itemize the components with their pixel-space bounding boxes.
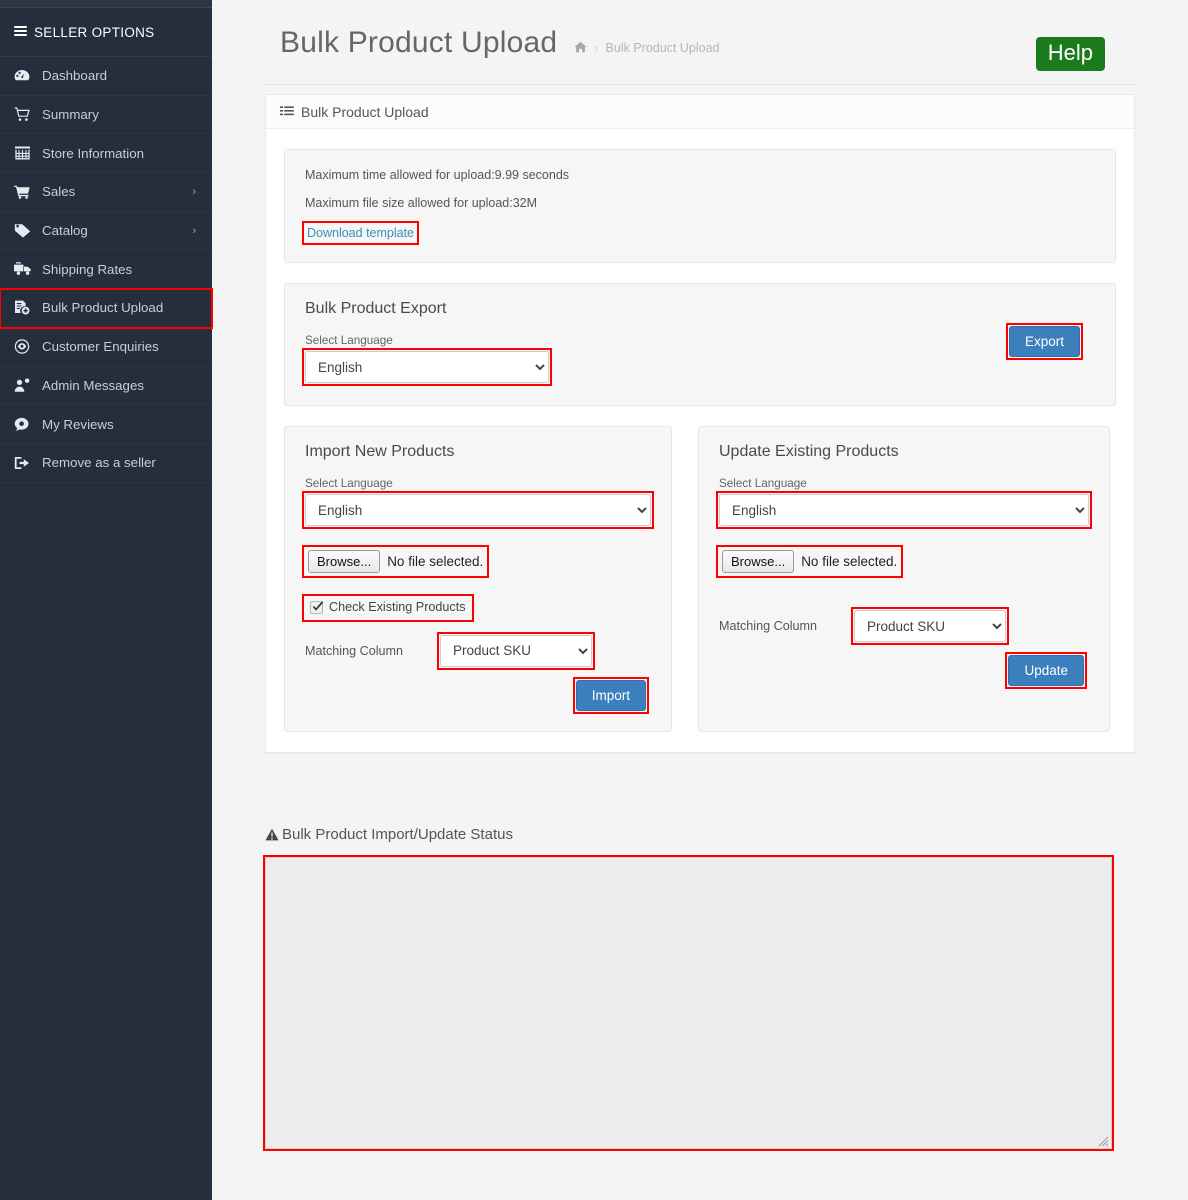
update-section-title: Update Existing Products — [719, 443, 899, 460]
max-size-text: Maximum file size allowed for upload:32M — [305, 196, 538, 210]
sidebar-item-label: Summary — [42, 107, 99, 123]
chevron-right-icon: › — [192, 224, 196, 237]
status-textarea[interactable] — [265, 857, 1112, 1149]
panel-title: Bulk Product Upload — [301, 103, 429, 120]
update-file-status: No file selected. — [801, 554, 898, 569]
sidebar-item-customer-enquiries[interactable]: Customer Enquiries — [0, 328, 212, 367]
chevron-right-icon: › — [192, 185, 196, 198]
update-language-label: Select Language — [719, 477, 807, 490]
sidebar-item-bulk-product-upload[interactable]: Bulk Product Upload — [0, 288, 213, 329]
eye-circle-icon — [14, 339, 40, 354]
dashboard-icon — [14, 69, 40, 83]
status-textarea-wrapper — [263, 855, 1114, 1151]
sidebar-item-label: Remove as a seller — [42, 455, 156, 471]
sidebar-item-shipping-rates[interactable]: Shipping Rates — [0, 250, 212, 290]
breadcrumb-current: Bulk Product Upload — [605, 40, 720, 55]
list-icon — [280, 105, 294, 118]
main-content: Bulk Product Upload › Bulk Product Uploa… — [212, 8, 1188, 1200]
sidebar-item-summary[interactable]: Summary — [0, 96, 212, 135]
cart-icon — [14, 185, 40, 199]
max-time-text: Maximum time allowed for upload:9.99 sec… — [305, 168, 570, 182]
export-language-label: Select Language — [305, 334, 393, 347]
header-divider — [265, 84, 1135, 85]
status-section: Bulk Product Import/Update Status — [263, 826, 1135, 1154]
export-section-title: Bulk Product Export — [305, 300, 447, 317]
sidebar-item-dashboard[interactable]: Dashboard — [0, 57, 212, 96]
page-title: Bulk Product Upload — [280, 26, 558, 59]
update-matching-select[interactable]: Product SKU — [854, 610, 1006, 642]
import-language-select[interactable]: English — [305, 494, 651, 526]
check-existing-products-row[interactable]: Check Existing Products — [305, 597, 471, 617]
download-template-link[interactable]: Download template — [305, 224, 416, 242]
import-section-title: Import New Products — [305, 443, 455, 460]
bulk-product-upload-panel: Bulk Product Upload Maximum time allowed… — [265, 94, 1135, 753]
top-strip — [0, 0, 1188, 8]
sidebar-item-store-information[interactable]: Store Information — [0, 134, 212, 174]
upload-limits-box: Maximum time allowed for upload:9.99 sec… — [284, 149, 1116, 263]
update-existing-products-section: Update Existing Products Select Language… — [698, 426, 1110, 732]
import-file-status: No file selected. — [387, 554, 484, 569]
sidebar-item-label: My Reviews — [42, 416, 114, 432]
sidebar-header-label: SELLER OPTIONS — [34, 24, 155, 40]
breadcrumb: › Bulk Product Upload — [574, 40, 720, 55]
check-existing-products-checkbox[interactable] — [310, 600, 324, 614]
sidebar-header: SELLER OPTIONS — [0, 8, 212, 57]
sidebar-item-label: Shipping Rates — [42, 261, 133, 277]
bulk-product-export-section: Bulk Product Export Select Language Engl… — [284, 283, 1116, 406]
update-language-select[interactable]: English — [719, 494, 1089, 526]
import-browse-button[interactable]: Browse... — [308, 550, 381, 573]
sidebar-item-label: Bulk Product Upload — [42, 300, 164, 316]
update-matching-row: Matching Column Product SKU — [719, 607, 1089, 645]
cart-summary-icon — [14, 107, 40, 122]
update-browse-button[interactable]: Browse... — [722, 550, 795, 573]
user-message-icon — [14, 378, 40, 393]
import-matching-select[interactable]: Product SKU — [440, 634, 592, 667]
sidebar-item-remove-as-a-seller[interactable]: Remove as a seller — [0, 444, 212, 483]
update-button[interactable]: Update — [1008, 655, 1084, 686]
update-file-input[interactable]: Browse... No file selected. — [719, 548, 900, 575]
import-button[interactable]: Import — [575, 679, 646, 711]
check-existing-products-label: Check Existing Products — [329, 600, 466, 614]
import-language-label: Select Language — [305, 477, 393, 490]
sidebar-item-label: Customer Enquiries — [42, 339, 159, 355]
home-icon[interactable] — [574, 40, 591, 55]
import-update-row: Import New Products Select Language Engl… — [284, 426, 1116, 732]
hamburger-icon — [14, 26, 27, 36]
sidebar: SELLER OPTIONS Dashboard Summary Store I… — [0, 8, 213, 1200]
sidebar-item-sales[interactable]: Sales › — [0, 173, 212, 212]
status-title: Bulk Product Import/Update Status — [265, 826, 1135, 843]
sidebar-item-label: Dashboard — [42, 68, 108, 84]
import-matching-row: Matching Column Product SKU — [305, 631, 651, 670]
import-new-products-section: Import New Products Select Language Engl… — [284, 426, 672, 732]
sidebar-item-admin-messages[interactable]: Admin Messages — [0, 367, 212, 406]
tag-icon — [14, 223, 40, 238]
check-icon — [312, 600, 324, 611]
file-upload-icon — [14, 300, 40, 315]
status-title-label: Bulk Product Import/Update Status — [282, 826, 513, 843]
top-strip-dark — [0, 0, 212, 8]
update-matching-label: Matching Column — [719, 619, 817, 633]
signout-icon — [14, 456, 40, 470]
panel-header: Bulk Product Upload — [266, 95, 1134, 129]
sidebar-item-label: Admin Messages — [42, 377, 144, 393]
comment-icon — [14, 417, 40, 432]
import-file-input[interactable]: Browse... No file selected. — [305, 548, 486, 575]
warning-icon — [265, 828, 279, 841]
sidebar-item-label: Sales — [42, 184, 76, 200]
export-language-select[interactable]: English — [305, 351, 549, 383]
truck-icon — [14, 262, 40, 276]
page-root: SELLER OPTIONS Dashboard Summary Store I… — [0, 0, 1188, 1200]
sidebar-item-my-reviews[interactable]: My Reviews — [0, 405, 212, 444]
store-icon — [14, 146, 40, 160]
page-header: Bulk Product Upload › Bulk Product Uploa… — [212, 8, 1188, 84]
panel-body: Maximum time allowed for upload:9.99 sec… — [266, 129, 1134, 752]
export-button[interactable]: Export — [1008, 326, 1080, 357]
breadcrumb-separator: › — [594, 42, 599, 55]
sidebar-item-label: Store Information — [42, 145, 144, 161]
import-matching-label: Matching Column — [305, 643, 403, 658]
sidebar-item-label: Catalog — [42, 223, 88, 239]
sidebar-item-catalog[interactable]: Catalog › — [0, 212, 212, 251]
help-button[interactable]: Help — [1035, 37, 1105, 72]
